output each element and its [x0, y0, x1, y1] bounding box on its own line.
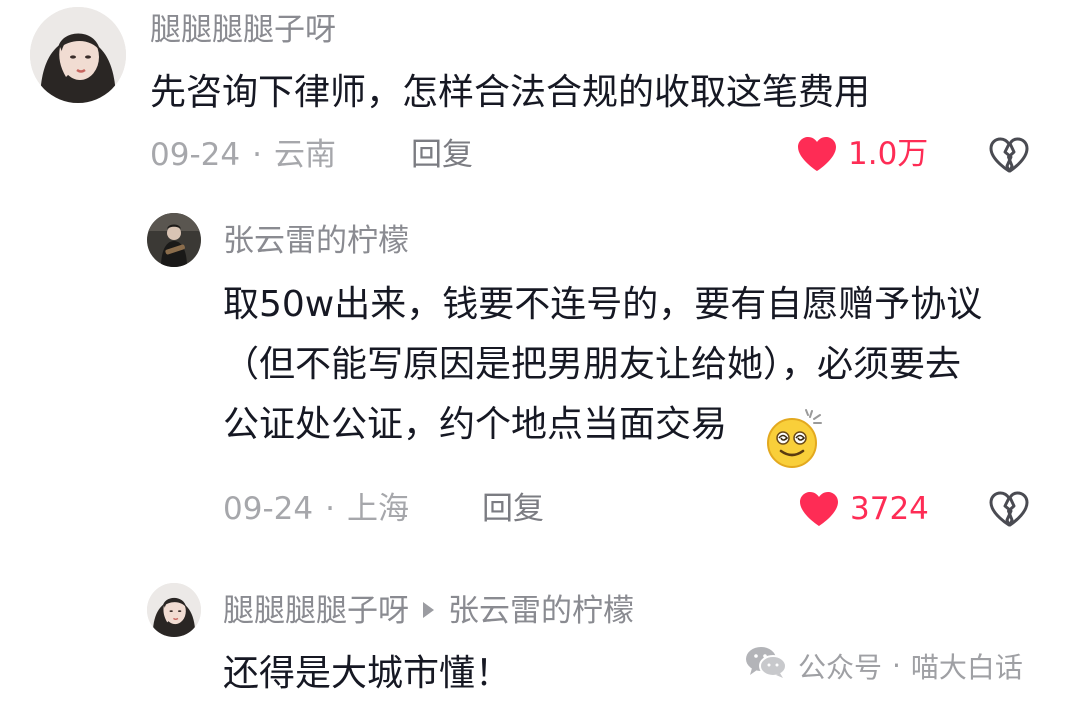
meta-separator: ·	[252, 137, 262, 173]
avatar[interactable]	[30, 7, 126, 103]
watermark: 公众号 · 喵大白话	[744, 644, 1023, 687]
like-button[interactable]: 3724	[798, 490, 929, 528]
comment-username[interactable]: 腿腿腿腿子呀	[223, 593, 409, 629]
heart-icon	[798, 490, 840, 528]
comment-meta: 09-24 · 上海	[223, 494, 409, 525]
avatar[interactable]	[147, 583, 201, 637]
comment-text-line: 取50w出来，钱要不连号的，要有自愿赠予协议	[223, 284, 983, 325]
like-button[interactable]: 1.0万	[796, 135, 928, 173]
comment-location: 云南	[273, 137, 336, 173]
comment-date: 09-24	[150, 137, 241, 173]
like-count: 1.0万	[848, 135, 929, 172]
meta-separator: ·	[325, 491, 335, 527]
broken-heart-icon	[988, 136, 1030, 174]
dizzy-smile-emoji	[764, 409, 824, 473]
reply-to-username[interactable]: 张云雷的柠檬	[448, 593, 634, 629]
reply-button[interactable]: 回复	[482, 494, 544, 525]
comment-text: 先咨询下律师，怎样合法合规的收取这笔费用	[150, 63, 870, 123]
comment-meta: 09-24 · 云南	[150, 140, 336, 171]
comment-date: 09-24	[223, 491, 314, 527]
comment-text-line: 先咨询下律师，怎样合法合规的收取这笔费用	[150, 72, 871, 113]
like-count: 3724	[850, 490, 929, 527]
comment-username[interactable]: 腿腿腿腿子呀	[150, 15, 336, 46]
watermark-prefix: 公众号	[798, 650, 883, 684]
comment-username[interactable]: 张云雷的柠檬	[223, 226, 409, 257]
reply-button[interactable]: 回复	[411, 140, 473, 171]
avatar[interactable]	[147, 213, 201, 267]
broken-heart-icon	[988, 490, 1030, 528]
comment-text: 取50w出来，钱要不连号的，要有自愿赠予协议 （但不能写原因是把男朋友让给她），…	[223, 275, 982, 455]
comment-location: 上海	[346, 491, 409, 527]
heart-icon	[796, 135, 838, 173]
wechat-icon	[744, 644, 788, 687]
dislike-button[interactable]	[988, 490, 1030, 528]
watermark-name: 喵大白话	[910, 650, 1023, 684]
reply-arrow-icon	[423, 601, 434, 618]
watermark-separator: ·	[892, 649, 901, 682]
comment-text: 还得是大城市懂！	[223, 644, 511, 704]
comment-text-line: 还得是大城市懂！	[223, 653, 512, 694]
reply-header: 腿腿腿腿子呀 张云雷的柠檬	[223, 596, 634, 627]
comment-text-line: （但不能写原因是把男朋友让给她），必须要去	[223, 344, 962, 385]
comment-text-line: 公证处公证，约个地点当面交易	[223, 404, 728, 445]
dislike-button[interactable]	[988, 136, 1030, 174]
